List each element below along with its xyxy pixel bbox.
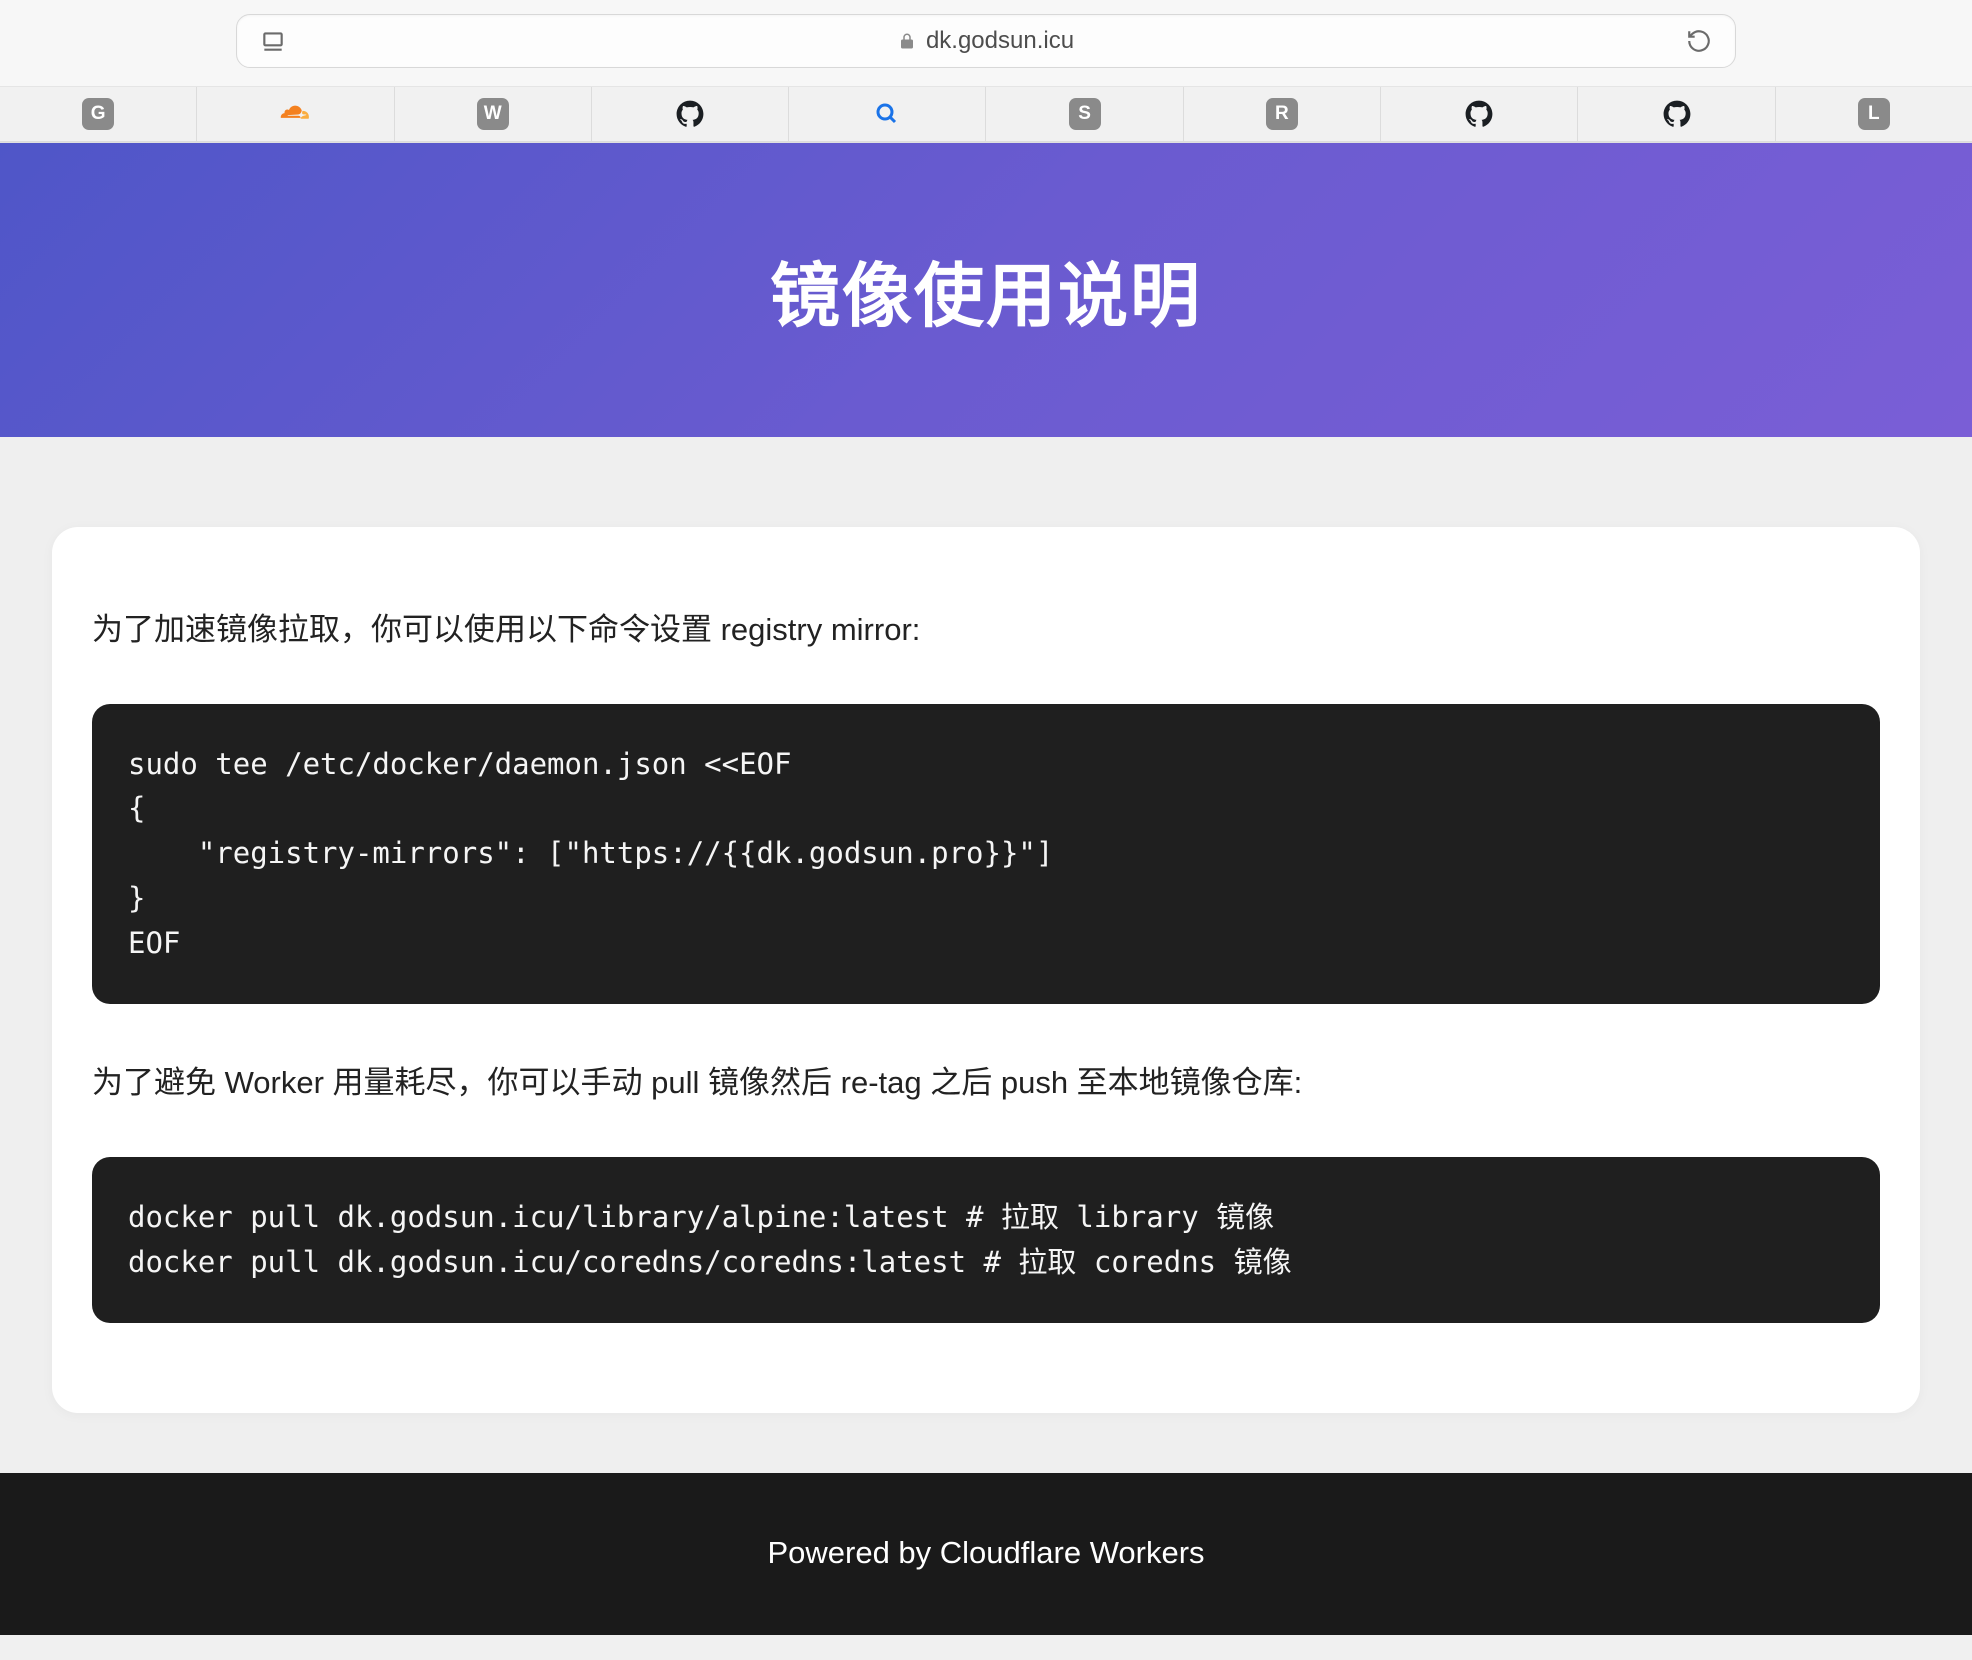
tab-3[interactable] [592,87,789,141]
github-icon [1662,99,1692,129]
github-icon [1464,99,1494,129]
tab-4[interactable] [789,87,986,141]
tab-6[interactable]: R [1184,87,1381,141]
browser-chrome: dk.godsun.icu G W [0,0,1972,143]
page-footer: Powered by Cloudflare Workers [0,1473,1972,1635]
tab-0[interactable]: G [0,87,197,141]
code-block-daemon-json[interactable]: sudo tee /etc/docker/daemon.json <<EOF {… [92,704,1880,1005]
address-bar[interactable]: dk.godsun.icu [236,14,1736,68]
favicon-letter-g: G [82,98,114,130]
lock-icon [898,32,916,50]
favicon-letter-w: W [477,98,509,130]
favicon-letter-l: L [1858,98,1890,130]
tab-strip: G W [0,86,1972,142]
github-icon [675,99,705,129]
address-row: dk.godsun.icu [0,0,1972,86]
url-display: dk.godsun.icu [287,27,1685,55]
tab-9[interactable]: L [1776,87,1972,141]
tab-7[interactable] [1381,87,1578,141]
search-icon [872,99,902,129]
page-header: 镜像使用说明 [0,143,1972,437]
tab-5[interactable]: S [986,87,1183,141]
paragraph-pull-retag: 为了避免 Worker 用量耗尽，你可以手动 pull 镜像然后 re-tag … [92,1060,1880,1107]
tab-2[interactable]: W [395,87,592,141]
content-wrap: 为了加速镜像拉取，你可以使用以下命令设置 registry mirror: su… [0,437,1972,1473]
favicon-letter-r: R [1266,98,1298,130]
favicon-letter-s: S [1069,98,1101,130]
paragraph-registry-mirror: 为了加速镜像拉取，你可以使用以下命令设置 registry mirror: [92,607,1880,654]
footer-text: Powered by Cloudflare Workers [767,1535,1204,1570]
url-text: dk.godsun.icu [926,27,1074,55]
reader-view-icon[interactable] [259,27,287,55]
cloudflare-icon [280,99,310,129]
instructions-card: 为了加速镜像拉取，你可以使用以下命令设置 registry mirror: su… [52,527,1920,1413]
page-title: 镜像使用说明 [770,240,1202,341]
code-block-docker-pull[interactable]: docker pull dk.godsun.icu/library/alpine… [92,1157,1880,1323]
tab-1[interactable] [197,87,394,141]
reload-icon[interactable] [1685,27,1713,55]
tab-8[interactable] [1578,87,1775,141]
